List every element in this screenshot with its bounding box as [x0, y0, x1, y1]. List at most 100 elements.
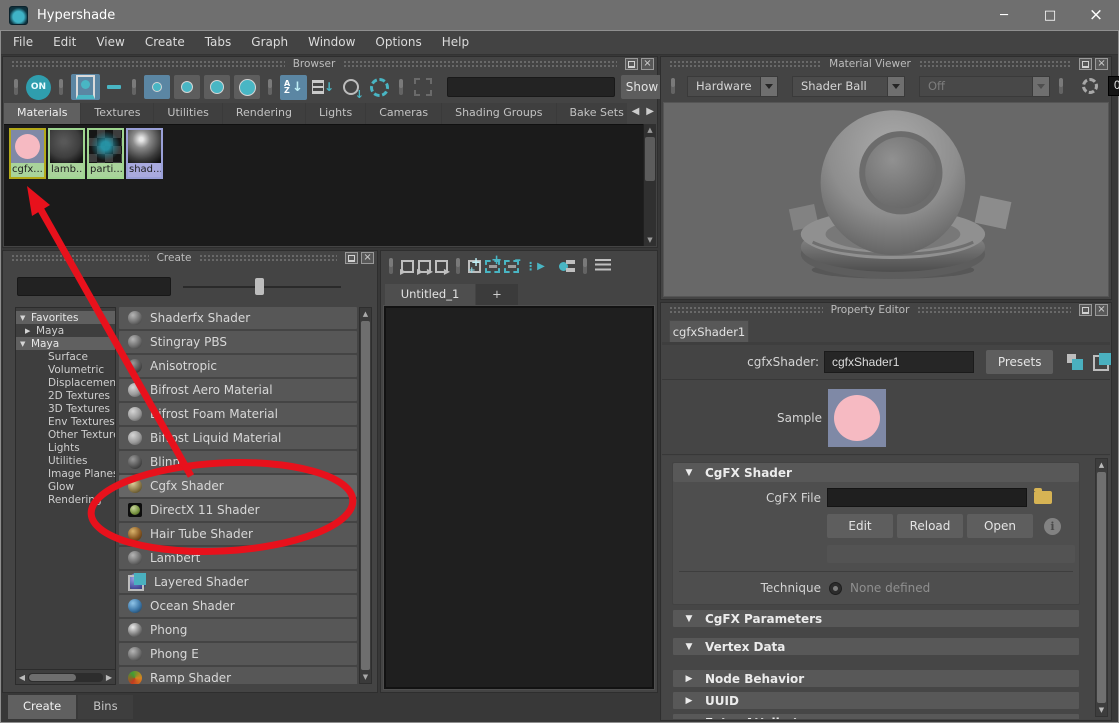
- tree-displacement[interactable]: Displacement: [16, 376, 115, 389]
- technique-radio[interactable]: [829, 582, 842, 595]
- presets-button[interactable]: Presets: [986, 350, 1053, 374]
- sort-alphabetical-button[interactable]: [280, 75, 307, 100]
- tab-cgfxshader1[interactable]: cgfxShader1: [669, 320, 749, 342]
- show-output-connections-icon[interactable]: [435, 260, 448, 273]
- tab-untitled-1[interactable]: Untitled_1: [385, 284, 475, 306]
- menu-file[interactable]: File: [3, 31, 43, 54]
- shader-bifrost-foam[interactable]: Bifrost Foam Material: [119, 403, 357, 425]
- shader-lambert[interactable]: Lambert: [119, 547, 357, 569]
- swatch-canvas[interactable]: cgfx... lamb... parti... shad...: [4, 124, 643, 246]
- swatch-shader[interactable]: shad...: [126, 128, 163, 179]
- shader-ramp[interactable]: Ramp Shader: [119, 667, 357, 684]
- swatch-size-slider[interactable]: [183, 277, 341, 296]
- show-io-connections-icon[interactable]: [418, 260, 431, 273]
- tree-other-textures[interactable]: Other Textures: [16, 428, 115, 441]
- tab-bake-sets[interactable]: Bake Sets: [557, 103, 628, 124]
- menu-help[interactable]: Help: [432, 31, 479, 54]
- scrollbar-thumb[interactable]: [29, 674, 76, 681]
- swatch-size-large-button[interactable]: [204, 75, 230, 99]
- create-filter-input[interactable]: [17, 277, 171, 296]
- menu-edit[interactable]: Edit: [43, 31, 86, 54]
- tree-glow[interactable]: Glow: [16, 480, 115, 493]
- shader-directx-11[interactable]: DirectX 11 Shader: [119, 499, 357, 521]
- shader-bifrost-liquid[interactable]: Bifrost Liquid Material: [119, 427, 357, 449]
- panel-float-button[interactable]: [625, 58, 638, 70]
- swatch-size-medium-button[interactable]: [174, 75, 200, 99]
- panel-close-button[interactable]: [641, 58, 654, 70]
- panel-float-button[interactable]: [345, 252, 358, 264]
- swatch-scrollbar[interactable]: ▲ ▼: [643, 124, 656, 246]
- tab-cameras[interactable]: Cameras: [366, 103, 441, 124]
- minimize-button[interactable]: ─: [981, 0, 1027, 30]
- tab-shading-groups[interactable]: Shading Groups: [442, 103, 555, 124]
- exposure-field[interactable]: [1108, 76, 1119, 96]
- swatch-lambert[interactable]: lamb...: [48, 128, 85, 179]
- shader-phong[interactable]: Phong: [119, 619, 357, 641]
- title-bar[interactable]: Hypershade ─ □ ×: [0, 0, 1119, 30]
- chevron-down-icon[interactable]: [761, 76, 778, 97]
- tree-2d-textures[interactable]: 2D Textures: [16, 389, 115, 402]
- folder-browse-icon[interactable]: [1034, 491, 1052, 504]
- tab-scroll-right-icon[interactable]: ▶: [646, 106, 654, 117]
- tree-favorites[interactable]: Favorites: [16, 311, 115, 324]
- sort-order-button[interactable]: [311, 75, 335, 99]
- scrollbar-thumb[interactable]: [645, 137, 655, 181]
- shader-ocean[interactable]: Ocean Shader: [119, 595, 357, 617]
- slider-handle[interactable]: [255, 278, 264, 295]
- swatch-particle[interactable]: parti...: [87, 128, 124, 179]
- panel-float-button[interactable]: [1079, 304, 1092, 316]
- panel-menu-icon[interactable]: [595, 259, 611, 273]
- tree-image-planes[interactable]: Image Planes: [16, 467, 115, 480]
- node-graph-canvas[interactable]: [384, 306, 654, 689]
- scroll-down-icon[interactable]: ▼: [1096, 704, 1107, 716]
- tree-lights[interactable]: Lights: [16, 441, 115, 454]
- swatches-on-button[interactable]: ON: [26, 75, 51, 100]
- geometry-dropdown[interactable]: Shader Ball: [792, 76, 905, 97]
- show-button[interactable]: Show: [621, 75, 663, 99]
- sample-swatch[interactable]: [828, 389, 886, 447]
- section-cgfx-parameters[interactable]: CgFX Parameters: [672, 609, 1080, 628]
- menu-options[interactable]: Options: [365, 31, 431, 54]
- shader-list-scrollbar[interactable]: ▲ ▼: [359, 307, 372, 684]
- material-preview-viewport[interactable]: [663, 102, 1109, 297]
- menu-view[interactable]: View: [86, 31, 134, 54]
- show-in-lookdev-icon[interactable]: [1093, 353, 1111, 371]
- shader-hair-tube[interactable]: Hair Tube Shader: [119, 523, 357, 545]
- scroll-left-icon[interactable]: ◀: [16, 673, 28, 682]
- pin-frame-button[interactable]: [411, 75, 435, 99]
- reload-button[interactable]: Reload: [897, 514, 963, 538]
- section-extra-attributes[interactable]: Extra Attributes: [672, 713, 1080, 719]
- cgfx-file-input[interactable]: [827, 488, 1027, 507]
- show-input-connections-icon[interactable]: [401, 260, 414, 273]
- close-button[interactable]: ×: [1073, 0, 1119, 30]
- refresh-render-icon[interactable]: [1080, 76, 1100, 96]
- tab-bins[interactable]: Bins: [78, 695, 132, 719]
- tab-create-bottom[interactable]: Create: [8, 695, 76, 719]
- tree-horizontal-scrollbar[interactable]: ◀ ▶: [15, 670, 116, 685]
- shader-shaderfx-shader[interactable]: Shaderfx Shader: [119, 307, 357, 329]
- section-cgfx-shader[interactable]: CgFX Shader: [673, 463, 1079, 482]
- tree-3d-textures[interactable]: 3D Textures: [16, 402, 115, 415]
- tree-favorites-maya[interactable]: Maya: [16, 324, 115, 337]
- panel-float-button[interactable]: [1079, 58, 1092, 70]
- scroll-down-icon[interactable]: ▼: [644, 234, 656, 246]
- shader-stingray-pbs[interactable]: Stingray PBS: [119, 331, 357, 353]
- scrollbar-thumb[interactable]: [361, 321, 370, 670]
- scroll-right-icon[interactable]: ▶: [103, 673, 115, 682]
- node-display-mode-icon[interactable]: [551, 256, 575, 276]
- scrollbar-track[interactable]: [28, 673, 103, 682]
- scrollbar-thumb[interactable]: [1097, 472, 1106, 703]
- maximize-button[interactable]: □: [1027, 0, 1073, 30]
- scroll-up-icon[interactable]: ▲: [360, 308, 371, 320]
- chevron-down-icon[interactable]: [888, 76, 905, 97]
- tree-maya[interactable]: Maya: [16, 337, 115, 350]
- shader-cgfx-shader[interactable]: Cgfx Shader: [119, 475, 357, 497]
- tree-rendering[interactable]: Rendering: [16, 493, 115, 506]
- tab-materials[interactable]: Materials: [4, 103, 80, 124]
- copy-tab-icon[interactable]: [1066, 353, 1084, 371]
- tab-utilities[interactable]: Utilities: [154, 103, 221, 124]
- open-button[interactable]: Open: [967, 514, 1033, 538]
- panel-close-button[interactable]: [361, 252, 374, 264]
- sort-time-button[interactable]: [339, 75, 363, 99]
- tab-textures[interactable]: Textures: [81, 103, 153, 124]
